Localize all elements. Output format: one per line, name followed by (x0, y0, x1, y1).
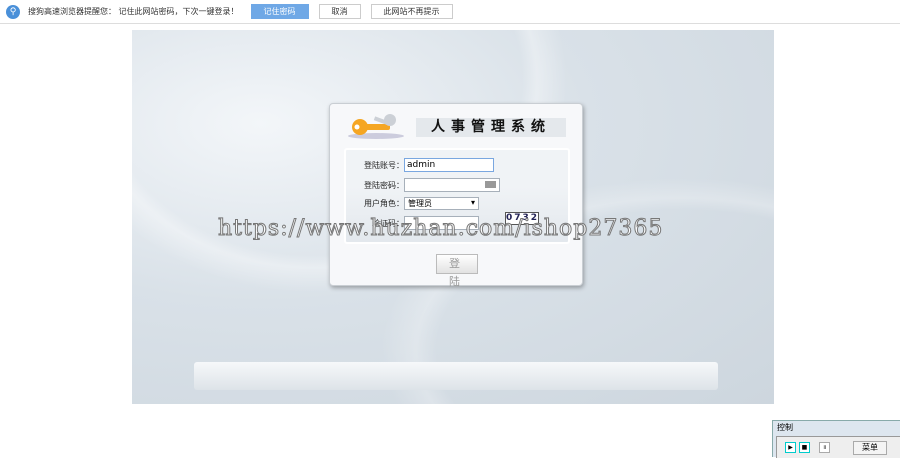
cancel-button[interactable]: 取消 (318, 4, 361, 19)
control-window: 控制 ▶ ■ ॥ 菜单 (772, 420, 900, 458)
pause-icon[interactable]: ॥ (819, 442, 830, 453)
bar-message: 搜狗高速浏览器提醒您： 记住此网站密码，下次一键登录！ (28, 7, 239, 16)
stop-icon[interactable]: ■ (799, 442, 810, 453)
keys-logo-icon (348, 114, 404, 139)
account-input[interactable]: admin (404, 158, 494, 172)
watermark: https://www.huzhan.com/ishop27365 (217, 216, 664, 242)
login-button[interactable]: 登 陆 (436, 254, 478, 288)
role-select[interactable]: 管理员 ▾ (404, 197, 479, 210)
password-label: 登陆密码： (364, 180, 404, 190)
menu-button[interactable]: 菜单 (853, 440, 887, 455)
never-remind-button[interactable]: 此网站不再提示 (370, 4, 453, 19)
control-title: 控制 (777, 423, 793, 432)
dropdown-arrow-icon: ▾ (470, 198, 475, 207)
keyboard-icon[interactable] (485, 181, 496, 188)
footer-bar (194, 362, 718, 390)
password-input[interactable] (404, 178, 500, 192)
login-panel: 人事管理系统 登陆账号： admin 登陆密码： 用户角色： 管理员 ▾ 验证码：… (329, 103, 583, 288)
account-label: 登陆账号： (364, 160, 404, 170)
remember-password-button[interactable]: 记住密码 (250, 4, 309, 19)
system-title: 人事管理系统 (416, 118, 566, 137)
key-icon: ⚲ (6, 4, 20, 19)
password-save-bar: ⚲ 搜狗高速浏览器提醒您： 记住此网站密码，下次一键登录！ 记住密码 取消 此网… (0, 0, 900, 24)
play-icon[interactable]: ▶ (785, 442, 796, 453)
role-label: 用户角色： (364, 199, 404, 208)
